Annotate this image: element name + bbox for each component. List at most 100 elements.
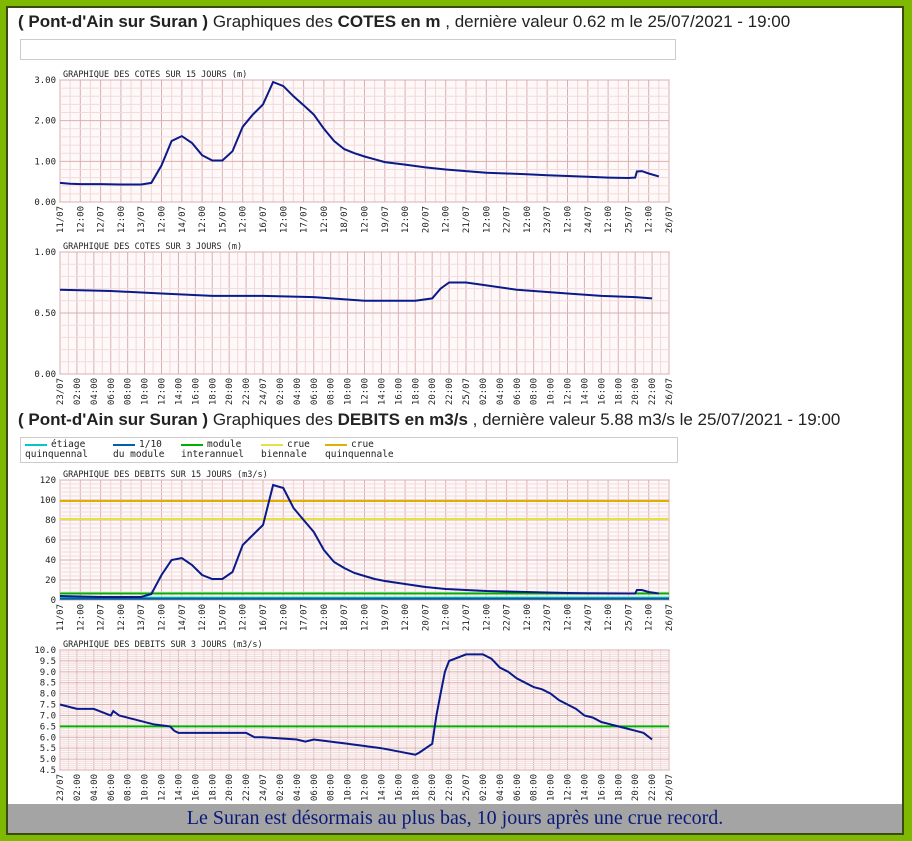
x-tick-label: 16:00 <box>191 378 201 405</box>
x-tick-label: 02:00 <box>73 378 83 405</box>
x-tick-label: 12/07 <box>97 604 107 631</box>
x-tick-label: 20:00 <box>225 378 235 405</box>
x-tick-label: 14:00 <box>377 774 387 801</box>
x-tick-label: 23/07 <box>56 378 66 405</box>
y-tick-label: 4.5 <box>40 766 56 776</box>
x-tick-label: 20:00 <box>428 774 438 801</box>
y-tick-label: 5.0 <box>40 755 56 765</box>
x-tick-label: 12:00 <box>361 206 371 233</box>
empty-legend-bar <box>20 39 676 60</box>
x-tick-label: 02:00 <box>479 774 489 801</box>
x-tick-label: 12:00 <box>198 604 208 631</box>
x-tick-label: 12:00 <box>482 604 492 631</box>
x-tick-label: 12:00 <box>523 206 533 233</box>
y-tick-label: 20 <box>45 576 56 586</box>
header-tail: , dernière valeur 5.88 m3/s le 25/07/202… <box>467 410 841 429</box>
x-tick-label: 12:00 <box>361 774 371 801</box>
x-tick-label: 12:00 <box>239 206 249 233</box>
x-tick-label: 12:00 <box>401 604 411 631</box>
x-tick-label: 18:00 <box>614 774 624 801</box>
x-tick-label: 26/07 <box>665 604 675 631</box>
y-tick-label: 6.0 <box>40 733 56 743</box>
x-tick-label: 12:00 <box>198 206 208 233</box>
x-tick-label: 02:00 <box>276 378 286 405</box>
y-tick-label: 0.00 <box>34 198 56 208</box>
x-tick-label: 23/07 <box>543 206 553 233</box>
x-tick-label: 16:00 <box>597 378 607 405</box>
x-tick-label: 17/07 <box>300 604 310 631</box>
x-tick-label: 20:00 <box>428 378 438 405</box>
y-tick-label: 10.0 <box>34 646 56 656</box>
x-tick-label: 15/07 <box>218 604 228 631</box>
y-tick-label: 40 <box>45 556 56 566</box>
legend-label-2: interannuel <box>181 449 244 460</box>
x-tick-label: 21/07 <box>462 206 472 233</box>
x-tick-label: 14:00 <box>174 378 184 405</box>
x-tick-label: 22/07 <box>503 206 513 233</box>
x-tick-label: 20:00 <box>631 774 641 801</box>
y-tick-label: 60 <box>45 536 56 546</box>
x-tick-label: 12:00 <box>564 774 574 801</box>
x-tick-label: 24/07 <box>259 774 269 801</box>
legend-item: étiage quinquennal <box>25 440 88 460</box>
x-tick-label: 12:00 <box>401 206 411 233</box>
x-tick-label: 18/07 <box>340 604 350 631</box>
x-tick-label: 13/07 <box>137 604 147 631</box>
legend-label-2: du module <box>113 449 165 460</box>
header-mid: Graphiques des <box>208 12 338 31</box>
x-tick-label: 22:00 <box>242 774 252 801</box>
x-tick-label: 04:00 <box>90 774 100 801</box>
legend-item: module interannuel <box>181 440 244 460</box>
x-tick-label: 08:00 <box>327 774 337 801</box>
x-tick-label: 06:00 <box>107 774 117 801</box>
x-tick-label: 25/07 <box>462 378 472 405</box>
header-tail: , dernière valeur 0.62 m le 25/07/2021 -… <box>440 12 791 31</box>
x-tick-label: 23/07 <box>543 604 553 631</box>
x-tick-label: 12:00 <box>442 604 452 631</box>
legend-swatch <box>113 443 135 446</box>
legend-item: crue biennale <box>261 440 310 460</box>
x-tick-label: 12:00 <box>117 604 127 631</box>
page-frame: ( Pont-d'Ain sur Suran ) Graphiques des … <box>6 6 904 835</box>
legend-label-2: quinquennal <box>25 449 88 460</box>
y-tick-label: 3.00 <box>34 76 56 86</box>
x-tick-label: 08:00 <box>530 774 540 801</box>
y-tick-label: 8.0 <box>40 690 56 700</box>
x-tick-label: 19/07 <box>381 604 391 631</box>
x-tick-label: 18:00 <box>614 378 624 405</box>
x-tick-label: 20:00 <box>631 378 641 405</box>
x-tick-label: 18:00 <box>411 774 421 801</box>
header-bold: COTES en m <box>337 12 441 31</box>
x-tick-label: 18:00 <box>208 378 218 405</box>
x-tick-label: 12:00 <box>482 206 492 233</box>
legend-swatch <box>261 443 283 446</box>
chart-cotes-3j: GRAPHIQUE DES COTES SUR 3 JOURS (m) 0.00 0… <box>34 242 675 405</box>
y-tick-label: 80 <box>45 516 56 526</box>
x-tick-label: 16:00 <box>191 774 201 801</box>
x-tick-label: 18:00 <box>411 378 421 405</box>
x-tick-label: 16/07 <box>259 206 269 233</box>
x-tick-label: 12:00 <box>239 604 249 631</box>
x-tick-label: 12:00 <box>442 206 452 233</box>
x-tick-label: 25/07 <box>624 604 634 631</box>
x-tick-label: 10:00 <box>141 774 151 801</box>
x-tick-label: 12:00 <box>320 604 330 631</box>
x-tick-label: 12:00 <box>279 206 289 233</box>
chart-title: GRAPHIQUE DES COTES SUR 15 JOURS (m) <box>63 70 247 80</box>
y-tick-label: 7.0 <box>40 711 56 721</box>
cotes-header: ( Pont-d'Ain sur Suran ) Graphiques des … <box>18 12 790 32</box>
y-tick-label: 1.00 <box>34 157 56 167</box>
y-tick-label: 9.0 <box>40 668 56 678</box>
x-tick-label: 25/07 <box>462 774 472 801</box>
y-tick-label: 100 <box>40 496 56 506</box>
x-tick-label: 08:00 <box>327 378 337 405</box>
x-tick-label: 12:00 <box>158 604 168 631</box>
y-tick-label: 120 <box>40 476 56 486</box>
x-tick-label: 06:00 <box>310 774 320 801</box>
x-tick-label: 12:00 <box>645 206 655 233</box>
x-tick-label: 24/07 <box>584 604 594 631</box>
x-tick-label: 06:00 <box>310 378 320 405</box>
x-tick-label: 26/07 <box>665 206 675 233</box>
x-tick-label: 11/07 <box>56 604 66 631</box>
x-tick-label: 08:00 <box>124 774 134 801</box>
